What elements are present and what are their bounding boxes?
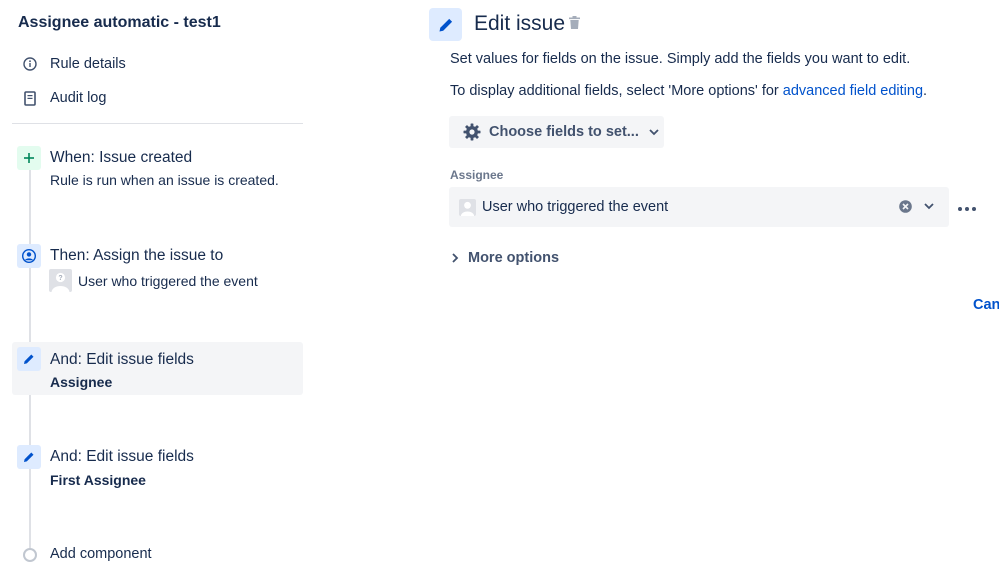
trigger-step-title[interactable]: When: Issue created — [50, 149, 192, 167]
clear-icon[interactable] — [899, 200, 912, 213]
choose-fields-label: Choose fields to set... — [489, 124, 639, 140]
chevron-down-icon — [649, 128, 659, 136]
document-icon — [22, 90, 38, 106]
trigger-step-subtitle: Rule is run when an issue is created. — [50, 172, 279, 188]
nav-audit-log-label: Audit log — [50, 90, 107, 106]
assignee-select-value: User who triggered the event — [482, 199, 669, 215]
assign-step-subtitle: User who triggered the event — [78, 272, 258, 289]
assign-step-value: ? User who triggered the event — [49, 269, 258, 292]
cancel-button[interactable]: Cancel — [973, 297, 999, 313]
advanced-field-editing-link[interactable]: advanced field editing — [783, 83, 923, 99]
avatar — [459, 198, 476, 216]
plus-icon[interactable] — [17, 146, 41, 170]
chevron-right-icon — [452, 253, 459, 263]
pencil-icon[interactable] — [17, 347, 41, 371]
add-component-dot-icon[interactable] — [23, 548, 37, 562]
info-icon — [22, 56, 38, 72]
more-hint-suffix: . — [923, 83, 928, 99]
edit-step-1-subtitle: Assignee — [50, 374, 113, 390]
rule-title: Assignee automatic - test1 — [18, 14, 221, 31]
choose-fields-button[interactable]: Choose fields to set... — [449, 116, 664, 148]
pencil-icon — [429, 8, 462, 41]
sidebar-divider — [12, 123, 303, 124]
panel-title: Edit issue — [474, 12, 566, 35]
assignee-select[interactable]: User who triggered the event — [449, 187, 949, 227]
chevron-down-icon[interactable] — [924, 203, 934, 210]
nav-rule-details-label: Rule details — [50, 56, 126, 72]
panel-more-hint: To display additional fields, select 'Mo… — [450, 83, 927, 99]
assign-step-title[interactable]: Then: Assign the issue to — [50, 247, 223, 265]
edit-step-1-title[interactable]: And: Edit issue fields — [50, 351, 194, 369]
user-circle-icon[interactable] — [17, 244, 41, 268]
more-options-label: More options — [468, 250, 560, 266]
edit-step-2-title[interactable]: And: Edit issue fields — [50, 448, 194, 466]
add-component-link[interactable]: Add component — [50, 546, 152, 562]
pencil-icon[interactable] — [17, 445, 41, 469]
more-options-toggle[interactable]: More options — [452, 250, 559, 266]
more-actions-icon[interactable] — [957, 196, 977, 217]
gear-icon — [463, 123, 481, 141]
edit-step-2-subtitle: First Assignee — [50, 472, 146, 488]
svg-text:?: ? — [58, 275, 62, 282]
avatar: ? — [49, 269, 72, 292]
more-hint-prefix: To display additional fields, select 'Mo… — [450, 83, 783, 99]
nav-rule-details[interactable]: Rule details — [22, 53, 126, 75]
nav-audit-log[interactable]: Audit log — [22, 87, 106, 109]
assignee-field-label: Assignee — [450, 168, 504, 182]
trash-icon[interactable] — [569, 16, 580, 34]
panel-description: Set values for fields on the issue. Simp… — [450, 51, 911, 67]
